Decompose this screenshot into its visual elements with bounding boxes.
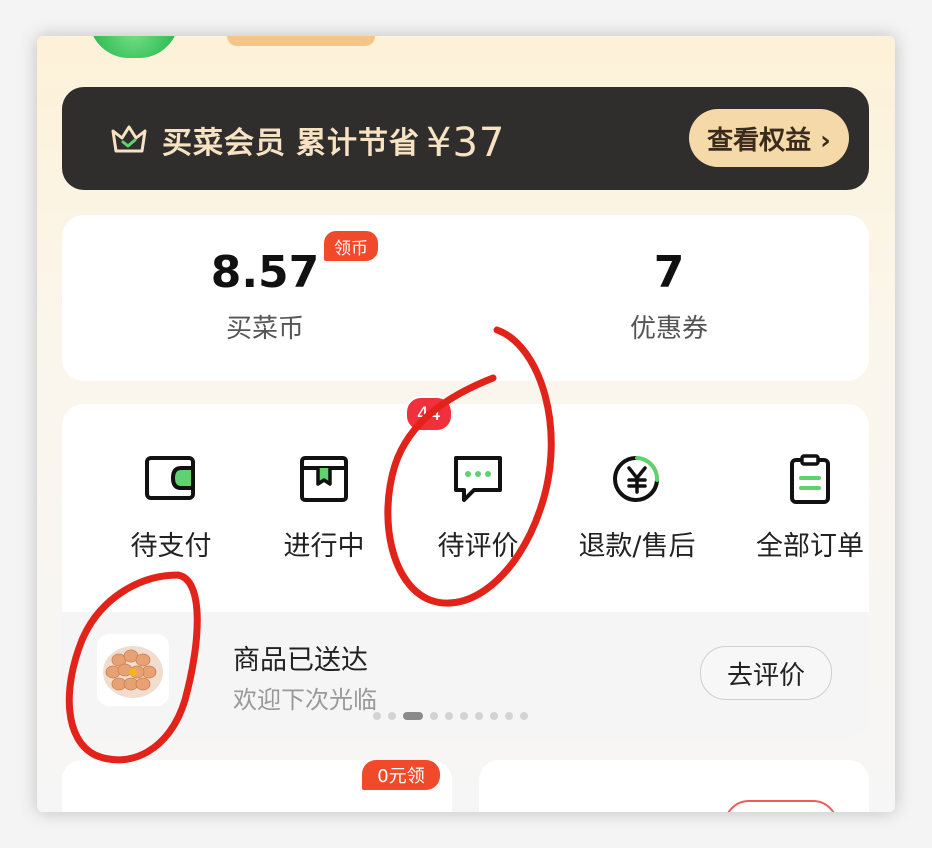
wallet-icon (145, 456, 195, 500)
carousel-dot (373, 712, 381, 720)
chat-bubble-icon (454, 456, 502, 502)
package-icon (300, 456, 348, 502)
member-title: 买菜会员 (162, 126, 286, 161)
promo-card-right[interactable] (479, 760, 869, 812)
carousel-dot (505, 712, 513, 720)
delivery-subtitle: 欢迎下次光临 (233, 686, 377, 714)
coupons-label: 优惠券 (629, 314, 708, 344)
app-screen: 买菜会员 累计节省 ¥37 查看权益 › 8.57 买菜币 领币 7 优惠券 待支付 (37, 36, 895, 812)
coupons-value: 7 (653, 247, 685, 298)
carousel-dot-active (403, 712, 423, 720)
saved-amount: ¥37 (426, 120, 506, 166)
carousel-dot (490, 712, 498, 720)
assets-card: 8.57 买菜币 领币 7 优惠券 (62, 215, 869, 381)
coins-label: 买菜币 (225, 314, 304, 344)
carousel-dot (520, 712, 528, 720)
carousel-dot (430, 712, 438, 720)
carousel-indicator (373, 712, 528, 720)
refund-yen-icon (613, 455, 660, 502)
order-label: 全部订单 (756, 531, 864, 562)
member-banner[interactable]: 买菜会员 累计节省 ¥37 查看权益 › (62, 87, 869, 190)
promo-action-button[interactable] (724, 800, 838, 812)
avatar[interactable] (89, 36, 179, 58)
saved-label: 累计节省 (296, 126, 420, 161)
order-label: 进行中 (283, 531, 365, 562)
order-label: 退款/售后 (578, 531, 696, 562)
write-review-button[interactable]: 去评价 (700, 646, 832, 700)
product-thumbnail[interactable] (97, 634, 169, 706)
basket-crown-icon (111, 125, 147, 153)
order-refund-aftersales[interactable]: 退款/售后 (562, 454, 712, 563)
promo-card-left[interactable]: 0元领 (62, 760, 452, 812)
user-level-tag (227, 36, 375, 46)
order-label: 待评价 (437, 531, 519, 562)
order-pending-payment[interactable]: 待支付 (96, 454, 246, 563)
carousel-dot (475, 712, 483, 720)
review-count-badge: 44 (405, 396, 453, 432)
carousel-dot (388, 712, 396, 720)
order-in-progress[interactable]: 进行中 (249, 454, 399, 563)
orders-card: 待支付 进行中 待评价 退款/售后 全部订单 商品已送达 欢迎下次光临 去评价 (62, 404, 869, 738)
order-pending-review[interactable]: 待评价 (403, 454, 553, 563)
eggs-product-image (103, 646, 163, 698)
view-benefits-button[interactable]: 查看权益 › (689, 109, 849, 167)
delivery-notice[interactable]: 商品已送达 欢迎下次光临 去评价 (62, 612, 869, 738)
coupons-stat[interactable]: 7 优惠券 (519, 215, 819, 345)
delivery-title: 商品已送达 (233, 645, 368, 676)
carousel-dot (445, 712, 453, 720)
order-label: 待支付 (130, 531, 212, 562)
claim-coins-badge[interactable]: 领币 (324, 231, 378, 261)
carousel-dot (460, 712, 468, 720)
free-claim-badge[interactable]: 0元领 (362, 760, 440, 790)
clipboard-icon (790, 454, 830, 504)
order-all[interactable]: 全部订单 (735, 454, 885, 563)
member-savings-text: 买菜会员 累计节省 ¥37 (162, 118, 505, 166)
